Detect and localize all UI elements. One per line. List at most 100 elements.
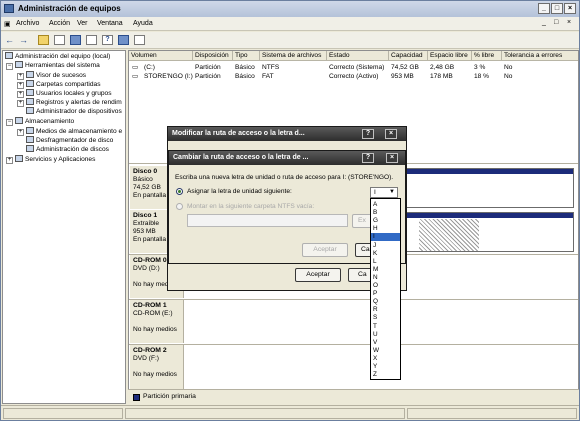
expand-icon[interactable]: + [6, 157, 13, 164]
expand-icon[interactable]: + [17, 129, 24, 136]
column-sistema-archivos[interactable]: Sistema de archivos [260, 51, 327, 61]
tree-item-medios[interactable]: + Medios de almacenamiento e [17, 127, 122, 136]
back-accept-button[interactable]: Aceptar [295, 268, 341, 282]
list-view-icon[interactable] [86, 35, 97, 45]
letter-option[interactable]: L [373, 258, 377, 266]
letter-option[interactable]: R [373, 306, 378, 314]
dialog-close-button[interactable]: × [386, 153, 398, 163]
assign-letter-radio[interactable] [176, 188, 183, 195]
tree-item-usuarios[interactable]: + Usuarios locales y grupos [17, 89, 112, 98]
tree-system-tools[interactable]: − Herramientas del sistema [6, 61, 100, 70]
tree-item-desfragmentador[interactable]: Desfragmentador de disco [26, 136, 113, 145]
menu-ayuda[interactable]: Ayuda [133, 20, 153, 27]
forward-arrow-icon[interactable]: → [19, 35, 30, 45]
letter-option[interactable]: A [373, 201, 377, 209]
letter-option[interactable]: O [373, 282, 378, 290]
letter-option[interactable]: G [373, 217, 378, 225]
inner-minimize-button[interactable]: _ [542, 19, 546, 26]
letter-option[interactable]: Q [373, 298, 378, 306]
letter-option[interactable]: T [373, 323, 377, 331]
properties-icon[interactable] [70, 35, 81, 45]
title-bar[interactable]: Administración de equipos _ □ × [1, 1, 579, 17]
mount-folder-label[interactable]: Montar en la siguiente carpeta NTFS vací… [187, 202, 314, 211]
column-espacio-libre[interactable]: Espacio libre [428, 51, 472, 61]
tree-storage[interactable]: − Almacenamiento [6, 117, 74, 126]
column-disposicion[interactable]: Disposición [193, 51, 233, 61]
letter-option[interactable]: J [373, 242, 376, 250]
letter-option[interactable]: M [373, 266, 378, 274]
volume-layout: Partición [195, 73, 221, 80]
drive-letter-select[interactable]: I ▼ [370, 187, 398, 198]
letter-option[interactable]: Z [373, 371, 377, 379]
column-tipo[interactable]: Tipo [233, 51, 260, 61]
menu-ver[interactable]: Ver [77, 20, 88, 27]
column-estado[interactable]: Estado [327, 51, 389, 61]
letter-option[interactable]: Y [373, 363, 377, 371]
cdrom-2-info[interactable]: CD-ROM 2 DVD (F:) No hay medios [130, 345, 184, 389]
menu-icon[interactable]: ▣ [4, 20, 11, 28]
toolbar: ← → ? [1, 32, 579, 49]
tree-item-registros[interactable]: + Registros y alertas de rendim [17, 98, 122, 107]
tree-services[interactable]: + Servicios y Aplicaciones [6, 155, 95, 164]
tree-system-tools-label: Herramientas del sistema [25, 62, 100, 69]
expand-icon[interactable]: + [17, 73, 24, 80]
collapse-icon[interactable]: − [6, 119, 13, 126]
back-help-button[interactable]: ? [362, 129, 374, 139]
dropdown-arrow-icon[interactable]: ▼ [389, 188, 395, 197]
tree-item-visor[interactable]: + Visor de sucesos [17, 71, 86, 80]
disk-size: 74,52 GB [133, 184, 161, 191]
letter-option[interactable]: H [373, 225, 378, 233]
letter-option[interactable]: P [373, 290, 377, 298]
window-title: Administración de equipos [18, 4, 121, 13]
close-button[interactable]: × [564, 3, 576, 14]
back-close-button[interactable]: × [385, 129, 397, 139]
letter-option[interactable]: V [373, 339, 377, 347]
column-porcentaje-libre[interactable]: % libre [472, 51, 502, 61]
letter-option[interactable]: U [373, 331, 378, 339]
volume-capacity: 74,52 GB [391, 64, 419, 71]
back-arrow-icon[interactable]: ← [5, 35, 16, 45]
assign-letter-label[interactable]: Asignar la letra de unidad siguiente: [187, 187, 292, 196]
shared-folder-icon [26, 80, 34, 87]
expand-icon[interactable]: + [17, 82, 24, 89]
letter-option[interactable]: I [373, 233, 375, 241]
mount-folder-radio[interactable] [176, 203, 183, 210]
volume-type: Básico [235, 73, 255, 80]
tree-item-carpetas[interactable]: + Carpetas compartidas [17, 80, 101, 89]
expand-icon[interactable]: + [17, 91, 24, 98]
column-tolerancia[interactable]: Tolerancia a errores [502, 51, 578, 61]
menu-accion[interactable]: Acción [49, 20, 70, 27]
show-tree-icon[interactable] [54, 35, 65, 45]
cdrom-1-info[interactable]: CD-ROM 1 CD-ROM (E:) No hay medios [130, 300, 184, 343]
disk-title: CD-ROM 1 [133, 302, 167, 309]
menu-archivo[interactable]: Archivo [16, 20, 39, 27]
letter-option[interactable]: B [373, 209, 377, 217]
collapse-icon[interactable]: − [6, 63, 13, 70]
help-icon[interactable]: ? [102, 35, 113, 45]
volume-fault: No [504, 64, 513, 71]
tree-item-dispositivos[interactable]: Administrador de dispositivos [26, 107, 122, 116]
minimize-button[interactable]: _ [538, 3, 550, 14]
volume-pct-free: 18 % [474, 73, 490, 80]
help-button[interactable]: ? [362, 153, 374, 163]
tree-root[interactable]: Administración del equipo (local) [5, 52, 110, 61]
letter-option[interactable]: S [373, 314, 377, 322]
maximize-button[interactable]: □ [551, 3, 563, 14]
column-capacidad[interactable]: Capacidad [389, 51, 428, 61]
up-folder-icon[interactable] [38, 35, 49, 45]
drive-letter-dropdown-list[interactable]: ABGHIJKLMNOPQRSTUVWXYZ [370, 198, 401, 380]
inner-accept-button[interactable]: Aceptar [302, 243, 348, 257]
menu-ventana[interactable]: Ventana [97, 20, 123, 27]
inner-close-button[interactable]: × [567, 19, 571, 26]
expand-icon[interactable]: + [17, 100, 24, 107]
letter-option[interactable]: K [373, 250, 377, 258]
tree-item-administracion-discos[interactable]: Administración de discos [26, 145, 109, 154]
refresh-icon[interactable] [134, 35, 145, 45]
mount-path-input[interactable] [187, 214, 348, 227]
inner-restore-button[interactable]: □ [554, 19, 558, 26]
connect-icon[interactable] [118, 35, 129, 45]
column-volumen[interactable]: Volumen [129, 51, 193, 61]
letter-option[interactable]: W [373, 347, 379, 355]
letter-option[interactable]: N [373, 274, 378, 282]
letter-option[interactable]: X [373, 355, 377, 363]
